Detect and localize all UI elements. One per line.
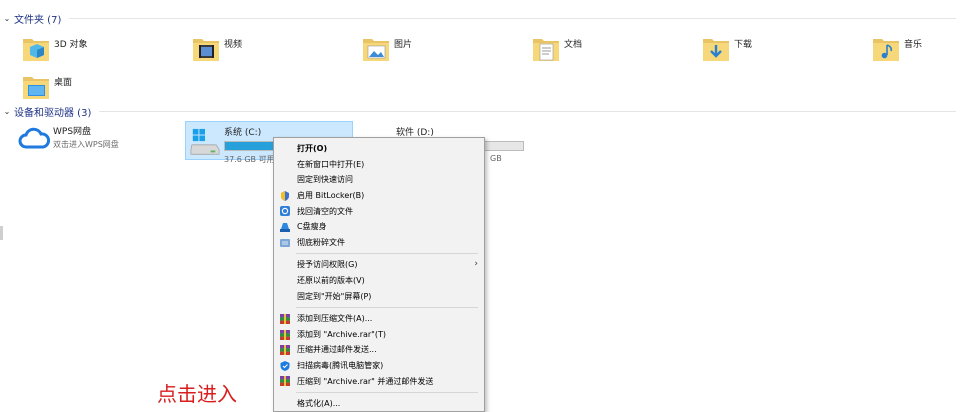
system-drive-icon <box>190 128 220 155</box>
devices-section-header[interactable]: ⌄ 设备和驱动器 (3) <box>0 102 960 120</box>
music-folder-icon <box>873 39 899 61</box>
menu-item[interactable]: 格式化(A)... <box>274 396 484 412</box>
winrar-icon <box>280 345 290 356</box>
menu-item[interactable]: 授予访问权限(G) › <box>274 257 484 273</box>
section-divider <box>69 17 956 19</box>
downloads-folder-icon <box>703 39 729 61</box>
menu-item[interactable]: 添加到压缩文件(A)... <box>274 311 484 327</box>
folder-label: 桌面 <box>54 77 73 88</box>
folder-3d-objects[interactable]: 3D 对象 <box>22 30 182 66</box>
menu-item[interactable]: 在新窗口中打开(E) <box>274 157 484 173</box>
wps-title: WPS网盘 <box>53 127 92 137</box>
winrar-icon <box>280 376 290 387</box>
menu-item[interactable]: 固定到快速访问 <box>274 172 484 188</box>
folder-label: 文档 <box>564 39 583 50</box>
menu-item-label: 找回清空的文件 <box>297 206 353 216</box>
folder-music[interactable]: 音乐 <box>872 30 960 66</box>
folder-label: 视频 <box>224 39 243 50</box>
menu-item[interactable]: 扫描病毒(腾讯电脑管家) <box>274 358 484 374</box>
folder-downloads[interactable]: 下载 <box>702 30 862 66</box>
videos-folder-icon <box>193 39 219 61</box>
menu-item[interactable]: 压缩到 "Archive.rar" 并通过邮件发送 <box>274 373 484 389</box>
menu-item[interactable]: 打开(O) <box>274 141 484 157</box>
menu-item-label: 启用 BitLocker(B) <box>297 191 365 201</box>
recover-icon <box>280 206 290 217</box>
menu-item-label: 打开(O) <box>297 144 328 154</box>
devices-header-label: 设备和驱动器 (3) <box>14 107 92 119</box>
pictures-folder-icon <box>363 39 389 61</box>
folder-label: 下载 <box>734 39 753 50</box>
menu-separator <box>296 253 478 255</box>
folder-pictures[interactable]: 图片 <box>362 30 522 66</box>
antivirus-icon <box>280 360 290 371</box>
menu-item-label: C盘瘦身 <box>297 222 327 232</box>
3d-objects-folder-icon <box>23 39 49 61</box>
section-divider <box>99 110 956 112</box>
folders-header-label: 文件夹 (7) <box>14 14 62 26</box>
menu-item-label: 压缩到 "Archive.rar" 并通过邮件发送 <box>297 376 434 386</box>
menu-item-label: 压缩并通过邮件发送... <box>297 345 377 355</box>
menu-item[interactable]: 找回清空的文件 <box>274 203 484 219</box>
annotation-text: 点击进入 <box>157 382 237 406</box>
shield-icon <box>280 190 290 201</box>
menu-item-label: 添加到 "Archive.rar"(T) <box>297 329 386 339</box>
menu-item-label: 固定到"开始"屏幕(P) <box>297 291 372 301</box>
menu-item[interactable]: 压缩并通过邮件发送... <box>274 342 484 358</box>
chevron-down-icon: ⌄ <box>3 13 11 23</box>
folder-desktop[interactable]: 桌面 <box>22 68 182 104</box>
menu-item[interactable]: 彻底粉碎文件 <box>274 235 484 251</box>
menu-separator <box>296 306 478 308</box>
menu-item[interactable]: 还原以前的版本(V) <box>274 273 484 289</box>
desktop-folder-icon <box>23 77 49 99</box>
menu-item-label: 还原以前的版本(V) <box>297 276 365 286</box>
menu-item[interactable]: 添加到 "Archive.rar"(T) <box>274 327 484 343</box>
folder-label: 3D 对象 <box>54 39 88 50</box>
menu-item-label: 固定到快速访问 <box>297 175 353 185</box>
folder-documents[interactable]: 文档 <box>532 30 692 66</box>
menu-item-label: 在新窗口中打开(E) <box>297 159 365 169</box>
chevron-down-icon: ⌄ <box>3 106 11 116</box>
folder-videos[interactable]: 视频 <box>192 30 352 66</box>
documents-folder-icon <box>533 39 559 61</box>
shred-icon <box>280 238 290 248</box>
menu-item-label: 授予访问权限(G) <box>297 260 358 270</box>
folder-label: 音乐 <box>904 39 923 50</box>
disk-clean-icon <box>280 222 290 232</box>
context-menu: 打开(O) 在新窗口中打开(E) 固定到快速访问启用 BitLocker(B) 找回清… <box>273 137 485 412</box>
menu-item-label: 彻底粉碎文件 <box>297 237 345 247</box>
cloud-icon <box>18 127 50 149</box>
wps-cloud-drive[interactable]: WPS网盘 双击进入WPS网盘 <box>18 127 119 151</box>
scroll-edge[interactable] <box>0 226 3 240</box>
winrar-icon <box>280 313 290 324</box>
folders-section-header[interactable]: ⌄ 文件夹 (7) <box>0 9 960 27</box>
wps-subtitle: 双击进入WPS网盘 <box>53 140 119 149</box>
folder-label: 图片 <box>394 39 413 50</box>
menu-separator <box>296 391 478 393</box>
menu-item-label: 添加到压缩文件(A)... <box>297 314 373 324</box>
chevron-right-icon: › <box>474 259 478 270</box>
menu-item-label: 扫描病毒(腾讯电脑管家) <box>297 361 384 371</box>
drive-free-space: GB <box>490 154 502 163</box>
menu-item[interactable]: 启用 BitLocker(B) <box>274 188 484 204</box>
menu-item[interactable]: 固定到"开始"屏幕(P) <box>274 288 484 304</box>
menu-item[interactable]: C盘瘦身 <box>274 219 484 235</box>
winrar-icon <box>280 329 290 340</box>
